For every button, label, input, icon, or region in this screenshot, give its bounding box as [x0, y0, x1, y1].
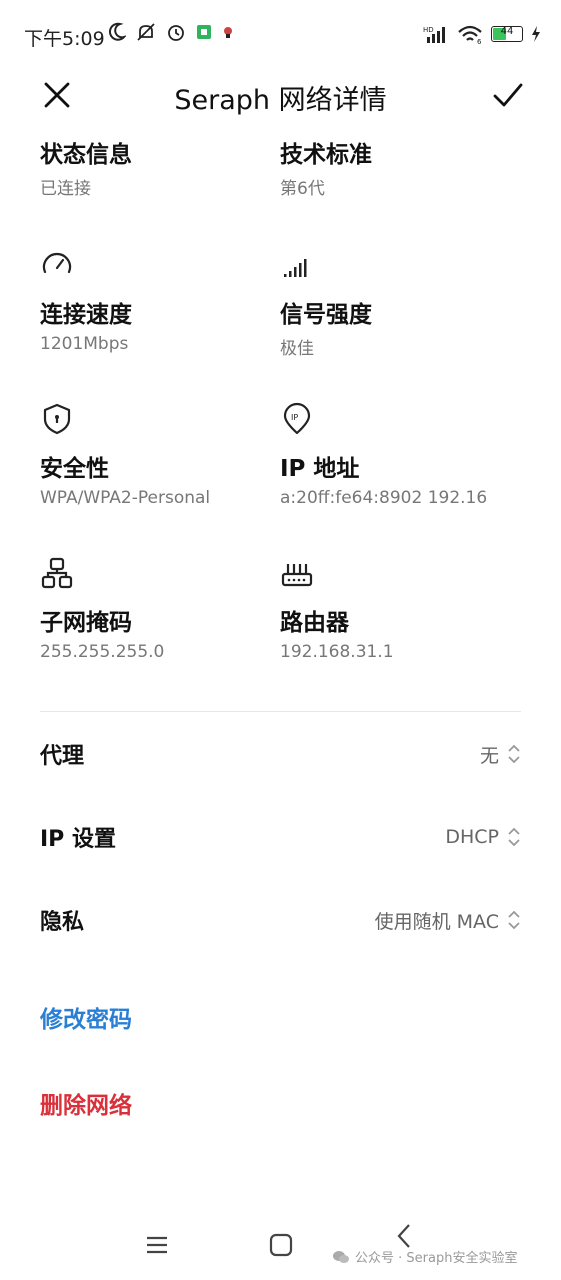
info-label: 路由器	[280, 610, 349, 636]
wifi-icon: 6	[458, 25, 482, 44]
setting-label: 代理	[40, 744, 85, 769]
app-notification-icon	[197, 25, 211, 39]
title-bar: Seraph 网络详情	[0, 68, 561, 122]
moon-icon	[109, 22, 126, 41]
info-label: 子网掩码	[40, 610, 132, 636]
wechat-icon	[333, 1250, 349, 1263]
svg-text:6: 6	[477, 38, 482, 44]
info-subnet-mask: 子网掩码 255.255.255.0	[40, 556, 280, 662]
subnet-network-icon	[41, 557, 73, 589]
info-value: 已连接	[40, 179, 91, 199]
info-value: 极佳	[280, 339, 314, 359]
setting-value: DHCP	[445, 826, 499, 848]
svg-text:HD: HD	[423, 26, 434, 34]
info-label: 技术标准	[280, 142, 372, 168]
setting-value: 无	[479, 744, 499, 767]
info-link-speed: 连接速度 1201Mbps	[40, 248, 280, 354]
charging-icon	[532, 26, 540, 42]
setting-label: 隐私	[40, 910, 85, 935]
svg-text:IP: IP	[291, 413, 298, 422]
speedometer-icon	[42, 252, 72, 274]
home-icon[interactable]	[266, 1230, 296, 1260]
info-tech-standard: 技术标准 第6代	[280, 140, 520, 199]
info-value: a:20ff:fe64:8902 192.16	[280, 488, 488, 508]
up-down-chevron-icon	[508, 827, 520, 847]
info-ip-address: IP IP 地址 a:20ff:fe64:8902 192.16	[280, 402, 520, 508]
alarm-icon	[168, 25, 184, 41]
setting-value: 使用随机 MAC	[374, 910, 499, 933]
status-bar: 下午5:09 HD 6 44	[0, 0, 561, 70]
cellular-signal-icon: HD	[423, 26, 445, 43]
privacy-setting-row[interactable]: 隐私 使用随机 MAC	[40, 890, 521, 950]
info-value: WPA/WPA2-Personal	[40, 488, 211, 508]
info-label: 连接速度	[40, 302, 132, 328]
change-password-link[interactable]: 修改密码	[40, 1000, 132, 1034]
info-label: 安全性	[40, 456, 109, 482]
shield-icon	[43, 403, 71, 435]
setting-label: IP 设置	[40, 827, 116, 852]
info-value: 1201Mbps	[40, 334, 129, 354]
mute-icon	[137, 23, 155, 41]
info-label: 信号强度	[280, 302, 372, 328]
page-title: Seraph 网络详情	[174, 85, 387, 116]
watermark-text: 公众号 · Seraph安全实验室	[355, 1251, 518, 1266]
info-value: 第6代	[280, 179, 325, 199]
info-value: 255.255.255.0	[40, 642, 165, 662]
up-down-chevron-icon	[508, 744, 520, 764]
watermark: 公众号 · Seraph安全实验室	[332, 1247, 517, 1266]
confirm-check-icon[interactable]	[491, 78, 525, 112]
signal-bars-icon	[284, 259, 307, 277]
menu-icon[interactable]	[142, 1230, 172, 1260]
info-label: 状态信息	[40, 142, 132, 168]
info-value: 192.168.31.1	[280, 642, 394, 662]
ip-location-icon: IP	[283, 402, 311, 435]
app-notification-icon-2	[224, 27, 232, 38]
info-label: IP 地址	[280, 456, 360, 482]
delete-network-link[interactable]: 删除网络	[40, 1086, 132, 1120]
up-down-chevron-icon	[508, 910, 520, 930]
info-signal-strength: 信号强度 极佳	[280, 248, 520, 359]
info-router: 路由器 192.168.31.1	[280, 556, 520, 662]
status-time: 下午5:09	[24, 28, 105, 50]
section-divider	[40, 711, 521, 712]
ip-settings-row[interactable]: IP 设置 DHCP	[40, 807, 521, 867]
battery-icon: 44	[491, 26, 523, 42]
battery-level: 44	[500, 26, 514, 37]
proxy-setting-row[interactable]: 代理 无	[40, 724, 521, 784]
info-status: 状态信息 已连接	[40, 140, 280, 199]
router-icon	[281, 564, 313, 587]
info-security: 安全性 WPA/WPA2-Personal	[40, 402, 280, 508]
